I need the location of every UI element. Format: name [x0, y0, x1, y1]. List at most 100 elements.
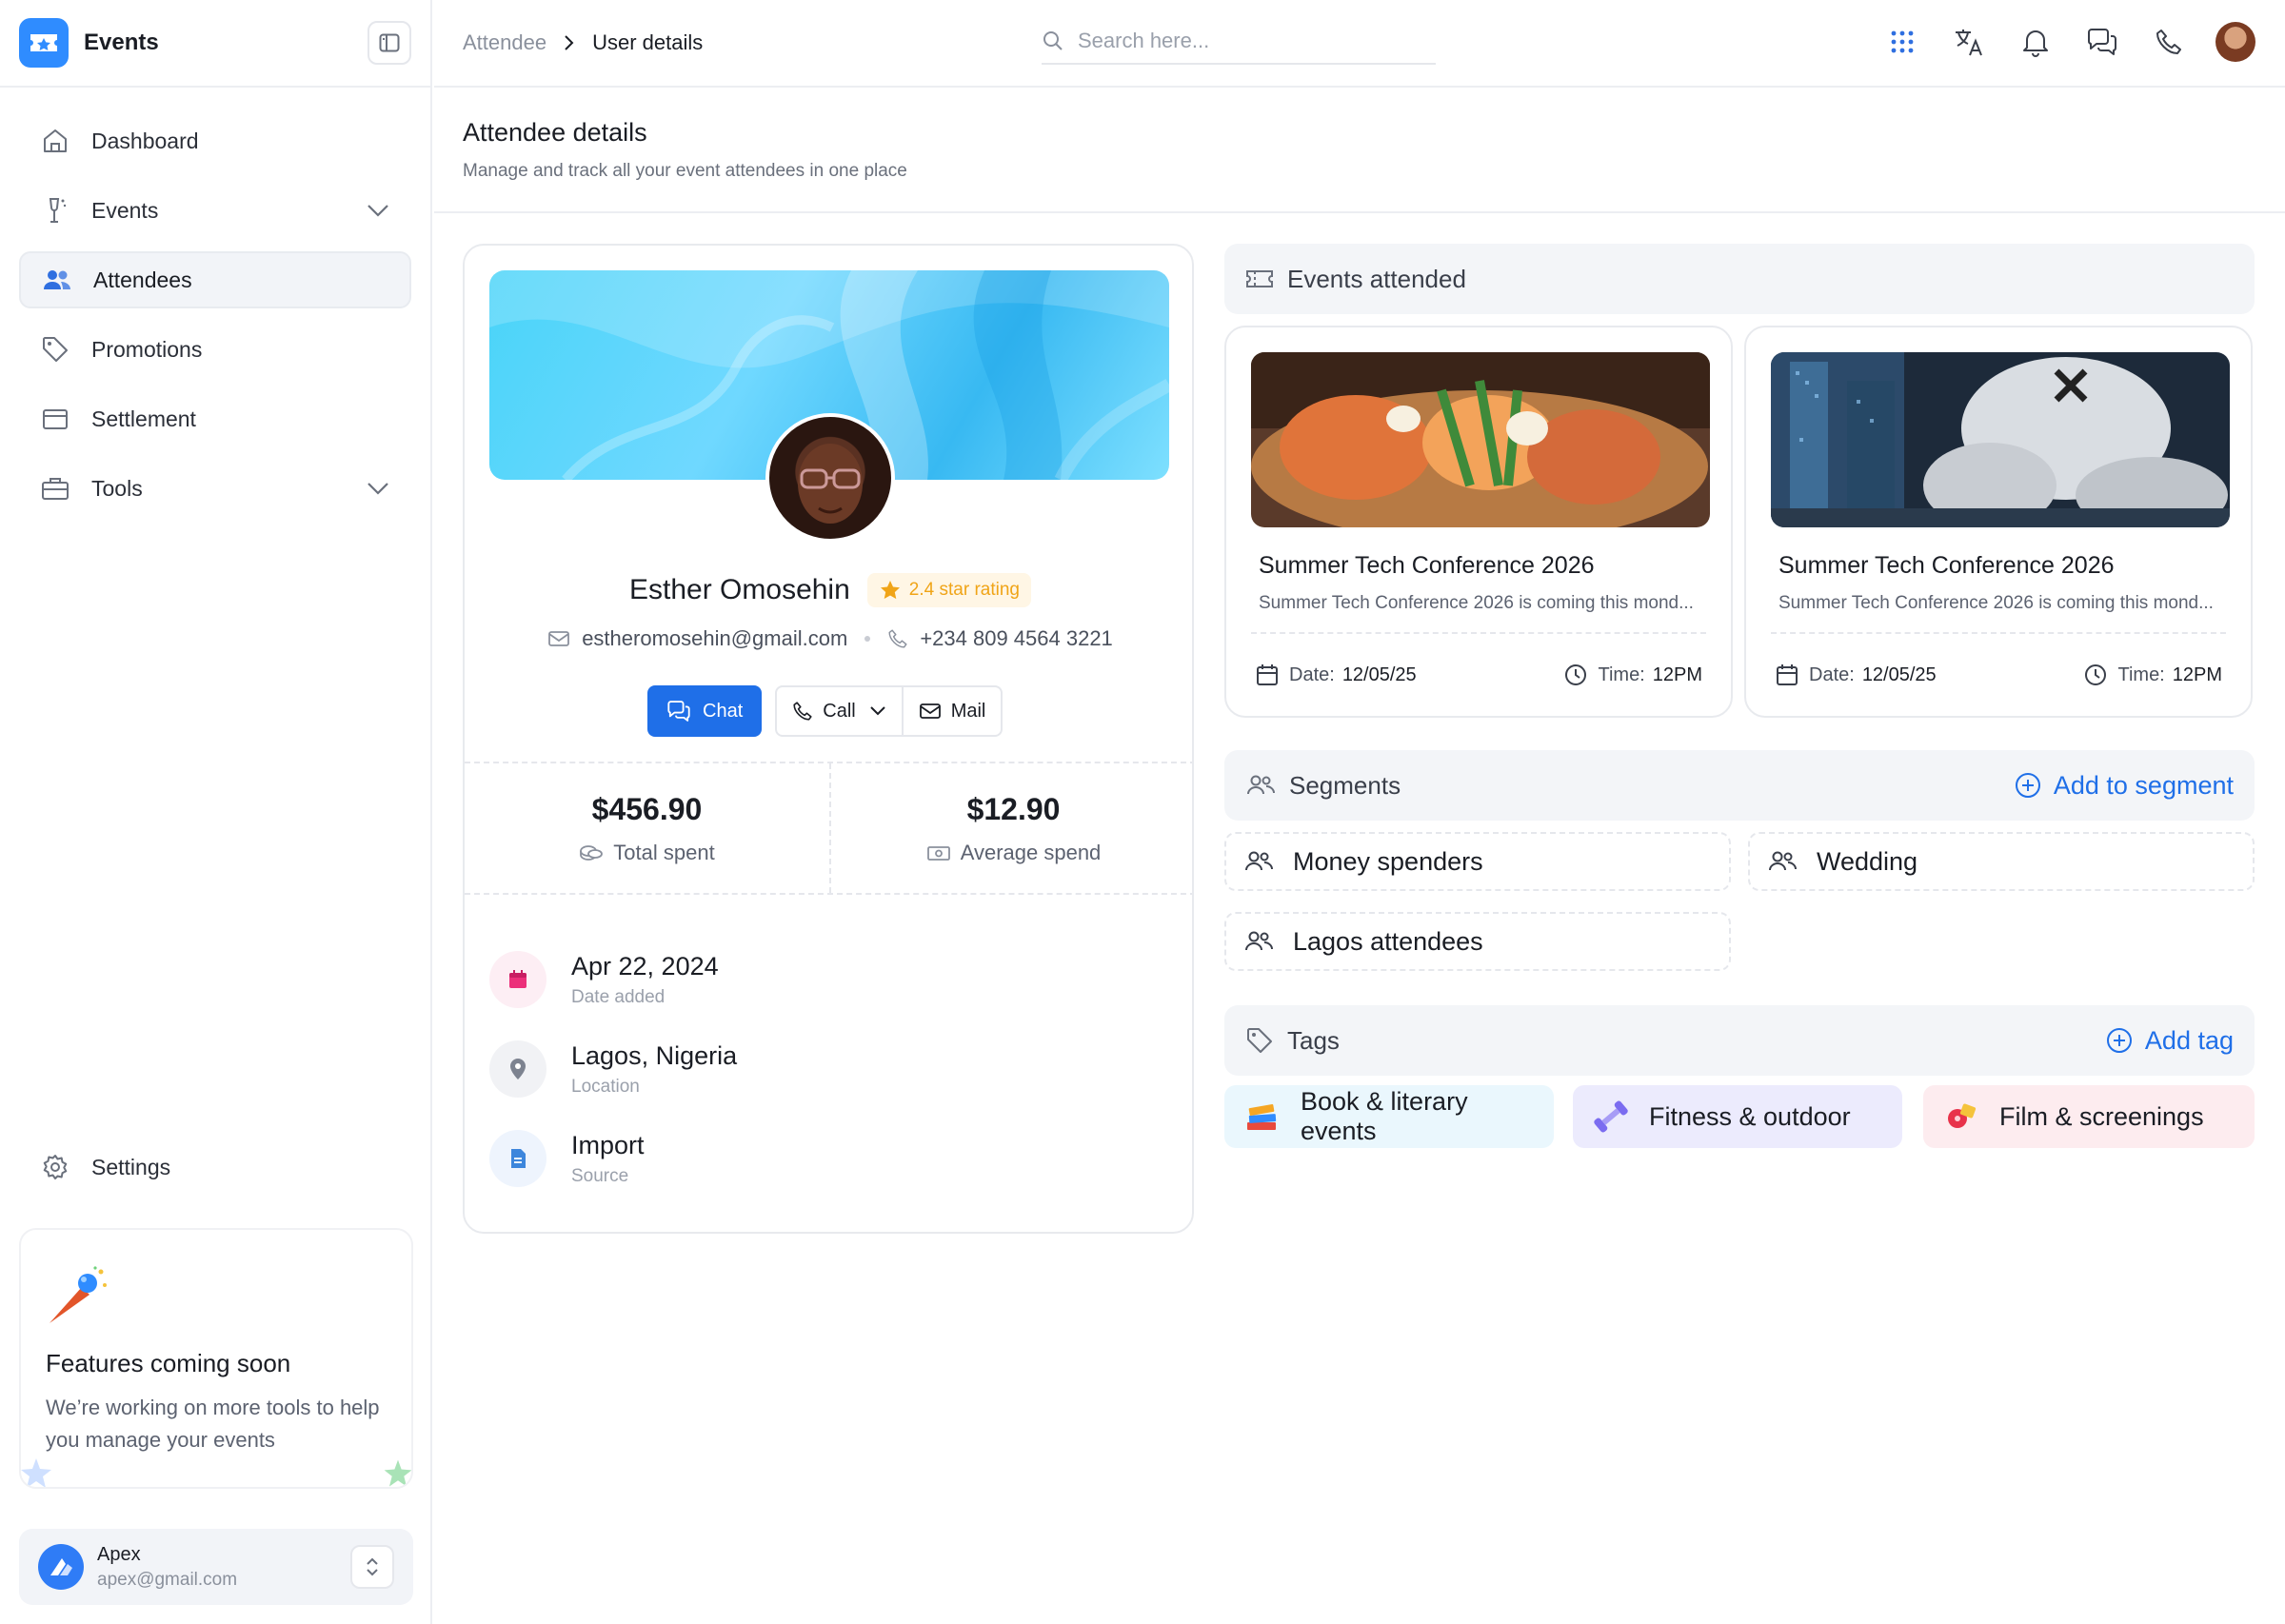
chat-label: Chat [703, 700, 744, 722]
sidebar-item-dashboard[interactable]: Dashboard [19, 112, 411, 169]
plus-circle-icon [2015, 773, 2040, 798]
film-reel-icon [1942, 1099, 1980, 1134]
stat-value: $456.90 [591, 791, 703, 826]
event-time: 12PM [2172, 663, 2222, 685]
features-promo-card: Features coming soon We’re working on mo… [19, 1228, 413, 1489]
tag-icon [40, 334, 70, 365]
event-title: Summer Tech Conference 2026 [1778, 552, 2115, 579]
sidebar-collapse-button[interactable] [368, 21, 411, 65]
tag-icon [1245, 1026, 1274, 1055]
gear-icon [40, 1152, 70, 1182]
breadcrumb-attendee[interactable]: Attendee [463, 30, 546, 55]
event-title: Summer Tech Conference 2026 [1259, 552, 1595, 579]
chevron-down-icon[interactable] [366, 476, 390, 502]
sidebar-item-tools[interactable]: Tools [19, 460, 411, 517]
section-title: Tags [1287, 1025, 1340, 1055]
star-icon [880, 581, 900, 600]
segment-pill[interactable]: Wedding [1748, 832, 2255, 891]
cash-icon [926, 845, 950, 861]
sidebar-item-label: Dashboard [91, 128, 199, 153]
add-to-segment-button[interactable]: Add to segment [2014, 771, 2234, 801]
calendar-icon [1257, 664, 1278, 685]
bell-icon[interactable] [2015, 21, 2056, 63]
date-label: Date: [1809, 663, 1855, 685]
apps-grid-icon[interactable] [1881, 21, 1923, 63]
account-name: Apex [97, 1543, 141, 1565]
call-label: Call [823, 700, 856, 722]
chevron-right-icon [565, 35, 574, 50]
tag-pill[interactable]: Book & literary events [1224, 1085, 1554, 1148]
breadcrumb: Attendee User details [463, 30, 703, 55]
sidebar-item-label: Promotions [91, 336, 203, 362]
user-avatar[interactable] [2215, 21, 2256, 63]
chat-button[interactable]: Chat [647, 685, 763, 737]
sidebar-item-attendees[interactable]: Attendees [19, 251, 411, 308]
add-tag-label: Add tag [2144, 1025, 2234, 1055]
spend-stats: $456.90 Total spent $12.90 Average spend [465, 762, 1192, 895]
event-card[interactable]: Summer Tech Conference 2026 Summer Tech … [1744, 326, 2253, 718]
info-source: Import Source [489, 1114, 737, 1203]
events-attended-header: Events attended [1224, 244, 2255, 314]
account-switch-button[interactable] [350, 1545, 394, 1589]
messages-icon[interactable] [2081, 21, 2123, 63]
segment-pill[interactable]: Money spenders [1224, 832, 1731, 891]
event-card[interactable]: Summer Tech Conference 2026 Summer Tech … [1224, 326, 1733, 718]
event-image [1251, 352, 1710, 527]
search-icon [1043, 31, 1063, 50]
coins-icon [580, 844, 604, 861]
attendee-name-row: Esther Omosehin 2.4 star rating [465, 573, 1192, 607]
translate-icon[interactable] [1948, 21, 1990, 63]
info-value: Apr 22, 2024 [571, 951, 719, 980]
attendee-name: Esther Omosehin [629, 574, 850, 605]
star-decoration-icon [21, 1458, 51, 1487]
attendee-email[interactable]: estheromosehin@gmail.com [582, 626, 847, 651]
segment-pill[interactable]: Lagos attendees [1224, 912, 1731, 971]
search-input[interactable] [1078, 29, 1401, 53]
promo-title: Features coming soon [46, 1349, 291, 1377]
mail-label: Mail [950, 700, 986, 722]
call-mail-group: Call Mail [775, 685, 1003, 737]
users-icon [1769, 851, 1797, 871]
section-title: Events attended [1287, 264, 1466, 293]
phone-icon[interactable] [2148, 21, 2190, 63]
event-description: Summer Tech Conference 2026 is coming th… [1778, 593, 2214, 613]
users-icon [42, 265, 72, 295]
app-name: Events [84, 30, 159, 55]
attendee-phone[interactable]: +234 809 4564 3221 [920, 626, 1112, 651]
mail-icon [919, 703, 941, 719]
chat-icon [667, 701, 690, 722]
chevron-down-icon[interactable] [869, 705, 886, 717]
phone-icon [793, 702, 812, 721]
sidebar-item-events[interactable]: Events [19, 182, 411, 239]
tags-header: Tags Add tag [1224, 1005, 2255, 1076]
add-to-segment-label: Add to segment [2053, 770, 2234, 800]
stat-label-row: Total spent [579, 841, 715, 865]
tag-pill[interactable]: Film & screenings [1923, 1085, 2255, 1148]
event-time: 12PM [1652, 663, 1702, 685]
avatar [38, 1544, 84, 1590]
page-title: Attendee details [463, 118, 647, 147]
rating-badge: 2.4 star rating [866, 573, 1031, 607]
page-subtitle: Manage and track all your event attendee… [463, 161, 907, 181]
sidebar-item-label: Settlement [91, 406, 196, 431]
segment-label: Wedding [1817, 846, 1918, 876]
dumbbell-icon [1592, 1099, 1630, 1134]
ticket-icon [1245, 267, 1274, 290]
call-button[interactable]: Call [777, 687, 901, 735]
page-header: Attendee details Manage and track all yo… [434, 89, 2285, 213]
tag-pill[interactable]: Fitness & outdoor [1573, 1085, 1902, 1148]
sidebar-item-settings[interactable]: Settings [19, 1139, 411, 1196]
segments-header: Segments Add to segment [1224, 750, 2255, 821]
chevron-up-down-icon [367, 1557, 378, 1576]
account-switcher[interactable]: Apex apex@gmail.com [19, 1529, 413, 1605]
sidebar-item-settlement[interactable]: Settlement [19, 390, 411, 447]
add-tag-button[interactable]: Add tag [2105, 1026, 2234, 1056]
mail-button[interactable]: Mail [901, 687, 1002, 735]
average-spend-stat: $12.90 Average spend [829, 763, 1192, 893]
calendar-icon [1777, 664, 1798, 685]
chevron-down-icon[interactable] [366, 198, 390, 224]
sidebar-item-promotions[interactable]: Promotions [19, 321, 411, 378]
home-icon [40, 126, 70, 156]
date-label: Date: [1289, 663, 1335, 685]
total-spent-stat: $456.90 Total spent [465, 763, 829, 893]
